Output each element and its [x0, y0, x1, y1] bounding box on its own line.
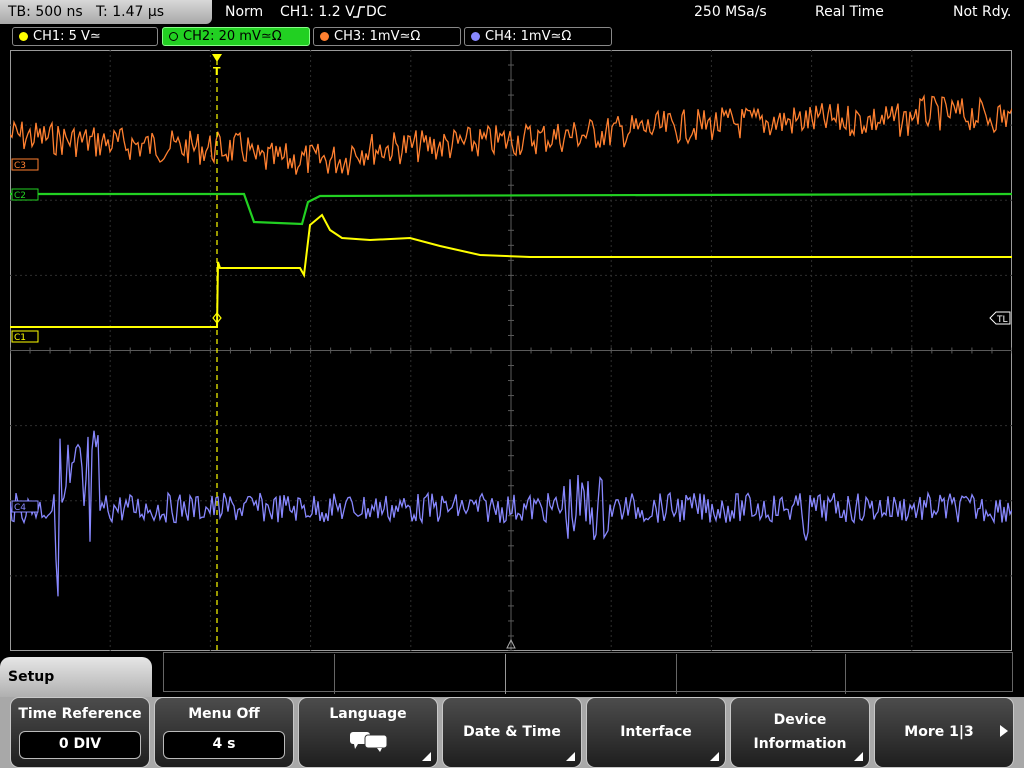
acquisition-mode[interactable]: Real Time: [815, 0, 884, 24]
softkey-label: Device: [773, 712, 827, 728]
strip-divider: [845, 654, 846, 694]
trigger-source[interactable]: CH1: 1.2 V: [280, 0, 355, 24]
submenu-indicator-icon: [854, 752, 863, 761]
channel-tab-label: CH4: 1mV≃Ω: [485, 29, 572, 44]
submenu-indicator-icon: [710, 752, 719, 761]
rising-edge-icon: [353, 6, 365, 18]
softkey-label: Time Reference: [18, 706, 142, 722]
device-information-button[interactable]: Device Information: [730, 697, 870, 768]
ch3-offset-marker[interactable]: C3: [11, 158, 39, 171]
ch3-marker-label: C3: [14, 161, 26, 171]
menu-off-button[interactable]: Menu Off 4 s: [154, 697, 294, 768]
menu-title: Setup: [0, 657, 152, 697]
menu-info-frame: [163, 652, 1013, 692]
ch2-marker-label: C2: [14, 191, 26, 201]
timebase-box[interactable]: TB: 500 ns T: 1.47 µs: [0, 0, 212, 24]
run-state: Not Rdy.: [953, 4, 1012, 20]
speech-bubbles-icon: [350, 732, 388, 752]
ch1-offset-marker[interactable]: C1: [11, 330, 39, 343]
softkey-label: Interface: [620, 724, 692, 740]
trigger-pos-label: T: [213, 65, 221, 78]
sample-rate: 250 MSa/s: [694, 4, 767, 20]
trigger-position-marker[interactable]: T: [212, 54, 222, 78]
ch2-offset-marker[interactable]: C2: [11, 188, 39, 201]
ch4-marker-label: C4: [14, 503, 26, 513]
channel-tab-label: CH3: 1mV≃Ω: [334, 29, 421, 44]
submenu-indicator-icon: [422, 752, 431, 761]
waveform-canvas: T C3 C2 C1 C4 TL: [10, 50, 1012, 651]
timebase-value: TB: 500 ns: [8, 4, 83, 20]
trigger-level-label: TL: [996, 315, 1008, 325]
softkey-label-line2: Information: [753, 736, 847, 752]
strip-divider: [676, 654, 677, 694]
softkey-label: Date & Time: [463, 724, 561, 740]
more-button[interactable]: More 1|3: [874, 697, 1014, 768]
channel-tab-ch4[interactable]: CH4: 1mV≃Ω: [464, 27, 612, 46]
trigger-mode[interactable]: Norm: [225, 0, 263, 24]
date-time-button[interactable]: Date & Time: [442, 697, 582, 768]
interface-button[interactable]: Interface: [586, 697, 726, 768]
strip-divider: [334, 654, 335, 694]
trigger-level-marker[interactable]: TL: [989, 311, 1011, 325]
submenu-indicator-icon: [566, 752, 575, 761]
trigger-coupling[interactable]: DC: [366, 0, 387, 24]
ch2-dot-icon: [169, 32, 178, 41]
strip-divider: [505, 654, 506, 694]
language-button[interactable]: Language: [298, 697, 438, 768]
time-reference-value: 0 DIV: [19, 731, 141, 759]
ch4-offset-marker[interactable]: C4: [11, 500, 39, 513]
arrow-right-icon: [1000, 725, 1008, 737]
softkey-label: Menu Off: [188, 706, 260, 722]
channel-tab-ch1[interactable]: CH1: 5 V≃: [12, 27, 158, 46]
channel-tab-ch3[interactable]: CH3: 1mV≃Ω: [313, 27, 461, 46]
trigger-time-value: T: 1.47 µs: [96, 4, 165, 20]
time-reference-button[interactable]: Time Reference 0 DIV: [10, 697, 150, 768]
channel-tab-label: CH1: 5 V≃: [33, 29, 101, 44]
menu-off-value: 4 s: [163, 731, 285, 759]
ch1-marker-label: C1: [14, 333, 26, 343]
channel-tab-label: CH2: 20 mV≃Ω: [183, 29, 282, 44]
channel-tab-ch2[interactable]: CH2: 20 mV≃Ω: [162, 27, 310, 46]
softkey-label: Language: [329, 706, 407, 722]
softkey-label: More 1|3: [904, 724, 974, 740]
ch4-dot-icon: [471, 32, 480, 41]
ch3-dot-icon: [320, 32, 329, 41]
ch1-dot-icon: [19, 32, 28, 41]
